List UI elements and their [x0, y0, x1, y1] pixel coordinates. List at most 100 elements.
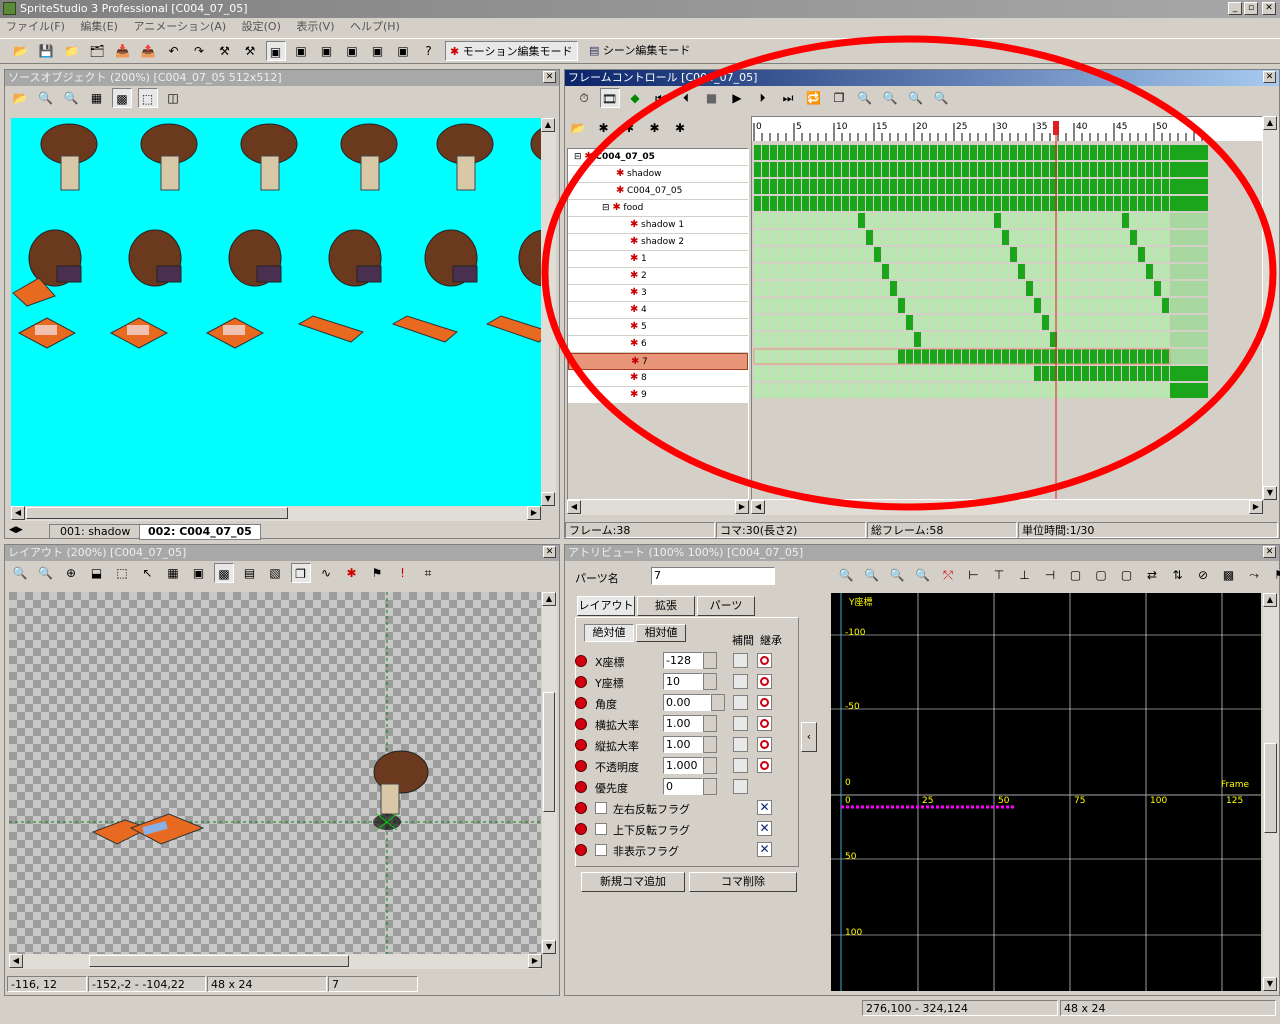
- minimize-button[interactable]: _: [1228, 2, 1242, 15]
- loop-icon[interactable]: 🔁: [804, 88, 824, 108]
- pointer-icon[interactable]: ↖: [138, 563, 158, 583]
- tree-row[interactable]: ✱ 5: [568, 319, 748, 336]
- key-led-icon[interactable]: [575, 823, 587, 835]
- center-icon[interactable]: ⊕: [61, 563, 81, 583]
- key-led-icon[interactable]: [575, 655, 587, 667]
- fit-icon[interactable]: ⬓: [87, 563, 107, 583]
- tab-c004[interactable]: 002: C004_07_05: [139, 524, 261, 540]
- window-e-icon[interactable]: ▣: [368, 41, 388, 61]
- interp-toggle[interactable]: [733, 695, 748, 710]
- source-canvas[interactable]: [11, 118, 541, 506]
- zoom-in-icon[interactable]: 🔍: [36, 88, 56, 108]
- expand-icon[interactable]: ⊟: [574, 152, 584, 162]
- menu-edit[interactable]: 編集(E): [80, 20, 118, 33]
- tree-row[interactable]: ⊟ ✱ food: [568, 200, 748, 217]
- flag-checkbox[interactable]: [595, 801, 607, 814]
- scroll-down-icon[interactable]: ▼: [1263, 977, 1277, 991]
- inherit-toggle[interactable]: [757, 674, 772, 689]
- folder-icon[interactable]: 📂: [568, 118, 588, 138]
- tree-row[interactable]: ✱ shadow 2: [568, 234, 748, 251]
- align-g-icon[interactable]: ▢: [1117, 565, 1137, 585]
- pin-icon[interactable]: ✱: [342, 563, 362, 583]
- scroll-down-icon[interactable]: ▼: [542, 940, 556, 954]
- sort-icon[interactable]: ⇅: [1168, 565, 1188, 585]
- inherit-toggle[interactable]: [757, 695, 772, 710]
- interp-toggle[interactable]: [733, 758, 748, 773]
- color-icon[interactable]: ▩: [214, 563, 234, 583]
- color-icon[interactable]: ▩: [1219, 565, 1239, 585]
- menu-view[interactable]: 表示(V): [296, 20, 334, 33]
- spin-button[interactable]: [703, 757, 717, 774]
- maximize-button[interactable]: ▫: [1244, 2, 1258, 15]
- timer-icon[interactable]: ⏱: [574, 88, 594, 108]
- menu-help[interactable]: ヘルプ(H): [350, 20, 400, 33]
- scroll-up-icon[interactable]: ▲: [542, 592, 556, 606]
- scroll-up-icon[interactable]: ▲: [1263, 116, 1277, 130]
- curve-icon[interactable]: ⤲: [938, 565, 958, 585]
- interp-toggle[interactable]: [733, 653, 748, 668]
- curve-graph-svg[interactable]: Y座標 -100 -50 0 50 100 0 25 50 75 100 125 Frame: [831, 593, 1261, 991]
- timeline-vscroll[interactable]: ▲ ▼: [1263, 116, 1279, 500]
- zoom-fit-icon[interactable]: 🔍: [880, 88, 900, 108]
- key-led-icon[interactable]: [575, 760, 587, 772]
- menu-settings[interactable]: 設定(O): [242, 20, 281, 33]
- tool-b-icon[interactable]: ⚒: [240, 41, 260, 61]
- tree-row[interactable]: ✱ 2: [568, 268, 748, 285]
- tab-parts[interactable]: パーツ: [697, 596, 755, 616]
- source-hscroll[interactable]: ◀ ▶: [11, 506, 541, 521]
- tree-row[interactable]: ✱ 7: [568, 353, 748, 370]
- interp-toggle[interactable]: [733, 737, 748, 752]
- key-led-icon[interactable]: [575, 802, 587, 814]
- parts-name-input[interactable]: 7: [651, 567, 775, 585]
- scroll-left-icon[interactable]: ◀: [567, 500, 581, 514]
- window-f-icon[interactable]: ▣: [393, 41, 413, 61]
- attr-value-input[interactable]: 1.000: [663, 757, 703, 774]
- source-hscroll-thumb[interactable]: [26, 507, 288, 519]
- attr-panel-close-icon[interactable]: ✕: [1263, 546, 1276, 558]
- scroll-left-icon[interactable]: ◀: [751, 500, 765, 514]
- part-copy-icon[interactable]: ✱: [619, 118, 639, 138]
- color-icon[interactable]: ▩: [112, 88, 132, 108]
- add-key-icon[interactable]: ◆: [625, 88, 645, 108]
- inherit-toggle[interactable]: [757, 653, 772, 668]
- layout-canvas[interactable]: [9, 592, 541, 954]
- layout-hscroll-thumb[interactable]: [89, 955, 349, 967]
- swap-icon[interactable]: ⇄: [1142, 565, 1162, 585]
- close-button[interactable]: ✕: [1262, 2, 1276, 15]
- attr-value-input[interactable]: 10: [663, 673, 703, 690]
- spin-button[interactable]: [703, 652, 717, 669]
- flag-icon[interactable]: ⚑: [367, 563, 387, 583]
- key-led-icon[interactable]: [575, 718, 587, 730]
- zoom-in-icon[interactable]: 🔍: [10, 563, 30, 583]
- tree-row[interactable]: ✱ shadow: [568, 166, 748, 183]
- delete-koma-button[interactable]: コマ削除: [689, 872, 797, 892]
- tab-layout[interactable]: レイアウト: [577, 596, 635, 616]
- tree-row[interactable]: ✱ 6: [568, 336, 748, 353]
- display-icon[interactable]: ▧: [265, 563, 285, 583]
- motion-mode-button[interactable]: ✱ モーション編集モード: [445, 41, 578, 61]
- zoom-out-icon[interactable]: 🔍: [61, 88, 81, 108]
- spin-button[interactable]: [703, 778, 717, 795]
- inherit-x-toggle[interactable]: ✕: [757, 800, 772, 815]
- open-icon[interactable]: 📂: [11, 41, 31, 61]
- attr-value-input[interactable]: 0: [663, 778, 703, 795]
- zoom-out-icon[interactable]: 🔍: [906, 88, 926, 108]
- part-delete-icon[interactable]: ✱: [645, 118, 665, 138]
- tree-row[interactable]: ✱ 3: [568, 285, 748, 302]
- open-image-icon[interactable]: 📂: [10, 88, 30, 108]
- expand-icon[interactable]: ⊟: [602, 203, 612, 213]
- layout-hscroll[interactable]: ◀ ▶: [9, 954, 542, 969]
- layers-icon[interactable]: ❐: [829, 88, 849, 108]
- subtab-relative[interactable]: 相対値: [636, 624, 686, 642]
- tree-row[interactable]: ✱ 1: [568, 251, 748, 268]
- zoom-reset-icon[interactable]: 🔍: [913, 565, 933, 585]
- save-icon[interactable]: 💾: [36, 41, 56, 61]
- add-koma-button[interactable]: 新規コマ追加: [581, 872, 685, 892]
- undo-icon[interactable]: ↶: [164, 41, 184, 61]
- source-panel-close-icon[interactable]: ✕: [543, 71, 556, 83]
- layout-panel-close-icon[interactable]: ✕: [543, 546, 556, 558]
- step-forward-icon[interactable]: ⏵: [753, 88, 773, 108]
- inherit-toggle[interactable]: [757, 758, 772, 773]
- import-icon[interactable]: 📥: [113, 41, 133, 61]
- open-project-icon[interactable]: 📁: [62, 41, 82, 61]
